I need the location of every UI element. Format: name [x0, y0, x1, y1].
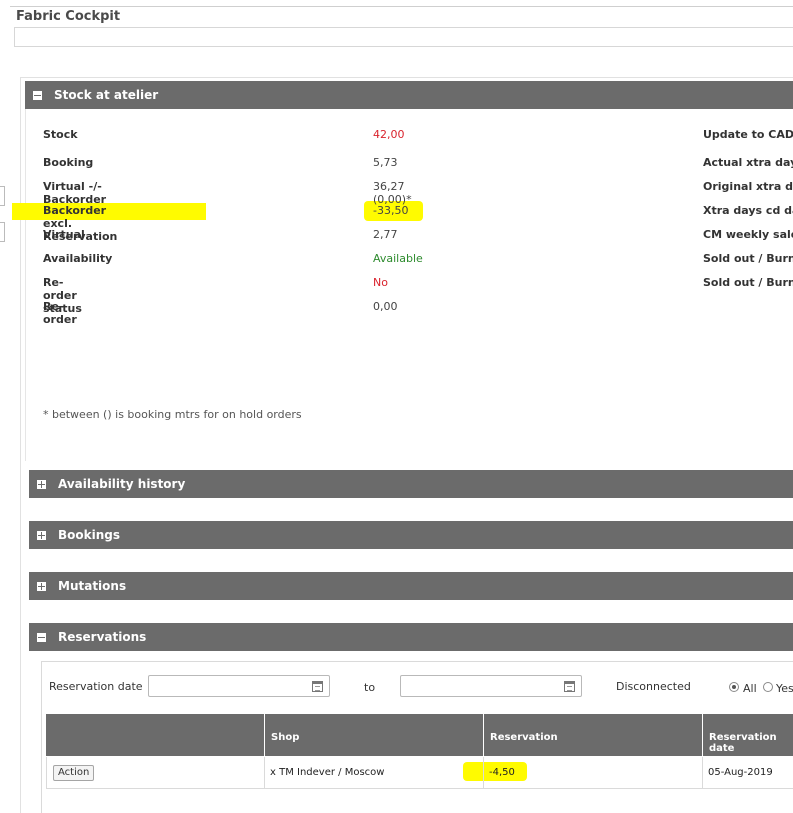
field-label: Re-order [43, 300, 77, 326]
disconnected-label: Disconnected [616, 680, 691, 693]
field-label: Sold out / Burnt [703, 276, 793, 289]
reservation-date-to-input[interactable] [400, 675, 582, 697]
stock-panel-header[interactable]: Stock at atelier [25, 81, 793, 109]
reservation-date-from-input[interactable] [148, 675, 330, 697]
field-label: Actual xtra days [703, 156, 793, 169]
left-edge-control[interactable] [0, 186, 5, 206]
radio-label-yes: Yes [776, 682, 793, 695]
stock-panel-title: Stock at atelier [54, 88, 159, 102]
radio-label-all: All [743, 682, 757, 695]
field-value: 0,00 [373, 300, 398, 313]
section-title: Bookings [58, 528, 121, 542]
disconnected-all-radio[interactable] [729, 682, 739, 692]
field-label: Update to CAD [703, 128, 793, 141]
field-label: Sold out / Burnt [703, 252, 793, 265]
section-title: Mutations [58, 579, 127, 593]
disconnected-yes-radio[interactable] [763, 682, 773, 692]
column-header-action [46, 714, 265, 756]
reservation-date-cell: 05-Aug-2019 [703, 757, 793, 789]
reservations-header[interactable]: Reservations [29, 623, 793, 651]
reorder-status: No [373, 276, 388, 289]
column-header-reservation-date[interactable]: Reservation date [703, 714, 793, 756]
app-title: Fabric Cockpit [16, 9, 121, 24]
field-label: CM weekly sales [703, 228, 793, 241]
field-label: Availability [43, 252, 113, 265]
field-label: Stock [43, 128, 78, 141]
footnote: * between () is booking mtrs for on hold… [43, 408, 302, 421]
mutations-header[interactable]: Mutations [29, 572, 793, 600]
shop-cell: x TM Indever / Moscow [265, 757, 484, 789]
left-edge-control[interactable] [0, 222, 5, 242]
availability-status: Available [373, 252, 423, 265]
reservation-date-label: Reservation date [49, 680, 143, 693]
field-label: Booking [43, 156, 94, 169]
column-header-reservation[interactable]: Reservation [484, 714, 703, 756]
expand-icon[interactable] [37, 479, 46, 489]
field-value: 42,00 [373, 128, 405, 141]
header-toolbar [14, 27, 793, 47]
section-title: Availability history [58, 477, 186, 491]
bookings-header[interactable]: Bookings [29, 521, 793, 549]
calendar-icon[interactable] [312, 681, 323, 692]
to-label: to [364, 681, 376, 694]
field-value: -33,50 [373, 204, 409, 217]
calendar-icon[interactable] [564, 681, 575, 692]
field-label: Virtual -/- Backorder [43, 180, 107, 206]
field-label: Virtual [43, 228, 85, 241]
column-header-shop[interactable]: Shop [265, 714, 484, 756]
field-label: Xtra days cd dat [703, 204, 793, 217]
section-title: Reservations [58, 630, 147, 644]
field-value: 2,77 [373, 228, 398, 241]
availability-history-header[interactable]: Availability history [29, 470, 793, 498]
field-label: Original xtra day [703, 180, 793, 193]
expand-icon[interactable] [37, 530, 46, 540]
expand-icon[interactable] [37, 581, 46, 591]
action-button[interactable]: Action [53, 765, 95, 781]
collapse-icon[interactable] [33, 90, 42, 100]
top-rule [10, 6, 793, 7]
field-value: 36,27 (0,00)* [373, 180, 412, 206]
reservation-cell: -4,50 [484, 757, 703, 789]
field-value: 5,73 [373, 156, 398, 169]
collapse-icon[interactable] [37, 632, 46, 642]
